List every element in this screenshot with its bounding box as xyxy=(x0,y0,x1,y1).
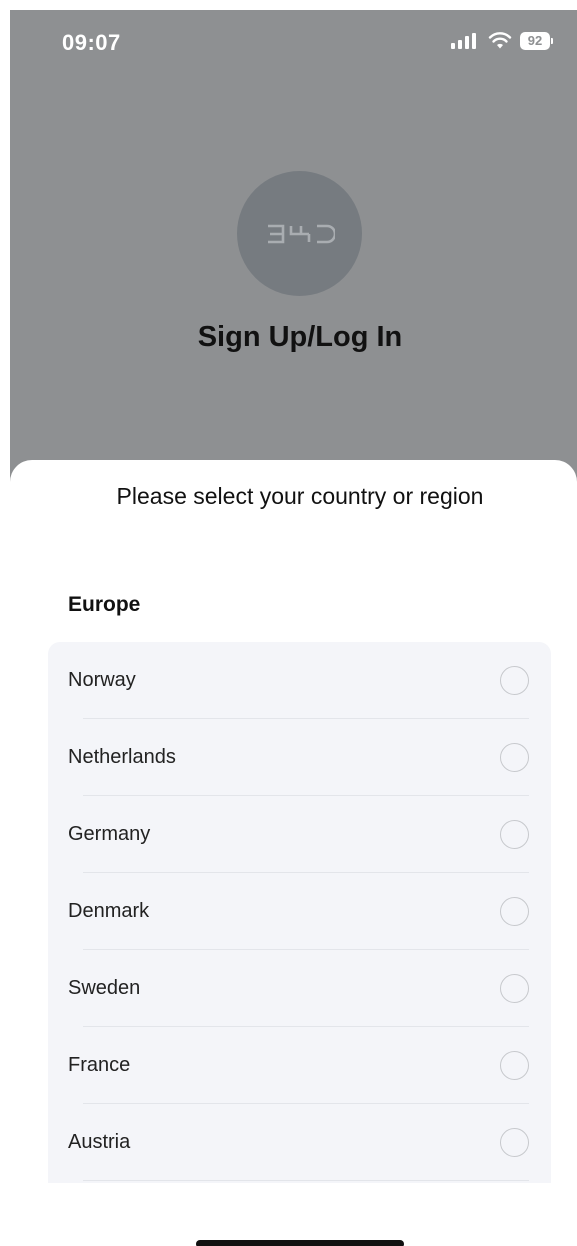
country-item-austria[interactable]: Austria xyxy=(48,1104,551,1181)
battery-tip xyxy=(551,38,553,44)
radio-button[interactable] xyxy=(500,1128,529,1157)
sheet-title: Please select your country or region xyxy=(116,483,484,509)
cellular-signal-icon xyxy=(451,33,476,49)
radio-button[interactable] xyxy=(500,743,529,772)
country-item-partial[interactable] xyxy=(48,1181,551,1183)
byd-logo-icon xyxy=(267,224,335,243)
battery-level: 92 xyxy=(520,32,550,50)
country-selection-sheet: Please select your country or region Eur… xyxy=(10,460,577,1246)
country-item-sweden[interactable]: Sweden xyxy=(48,950,551,1027)
country-item-germany[interactable]: Germany xyxy=(48,796,551,873)
country-label: Netherlands xyxy=(68,746,176,768)
country-label: Sweden xyxy=(68,977,141,999)
country-item-denmark[interactable]: Denmark xyxy=(48,873,551,950)
country-item-norway[interactable]: Norway xyxy=(48,642,551,719)
country-list[interactable]: Norway Netherlands Germany Denmark Swede xyxy=(48,642,551,1183)
region-header-europe: Europe xyxy=(68,593,141,616)
country-label: Austria xyxy=(68,1131,131,1153)
country-item-france[interactable]: France xyxy=(48,1027,551,1104)
home-indicator[interactable] xyxy=(196,1240,404,1246)
byd-logo xyxy=(237,171,362,296)
status-indicators: 92 xyxy=(450,32,553,50)
radio-button[interactable] xyxy=(500,666,529,695)
country-item-netherlands[interactable]: Netherlands xyxy=(48,719,551,796)
wifi-icon xyxy=(488,32,512,49)
battery-icon: 92 xyxy=(520,32,553,50)
country-label: Norway xyxy=(68,669,136,691)
radio-button[interactable] xyxy=(500,820,529,849)
page-title: Sign Up/Log In xyxy=(197,321,403,353)
status-bar: 09:07 92 xyxy=(10,10,577,82)
country-label: Germany xyxy=(68,823,151,845)
country-label: France xyxy=(68,1054,131,1076)
status-time: 09:07 xyxy=(62,30,121,55)
radio-button[interactable] xyxy=(500,897,529,926)
radio-button[interactable] xyxy=(500,974,529,1003)
app-screen: 09:07 92 Sign Up/Log In Please select yo… xyxy=(10,10,577,1246)
country-label: Denmark xyxy=(68,900,150,922)
radio-button[interactable] xyxy=(500,1051,529,1080)
